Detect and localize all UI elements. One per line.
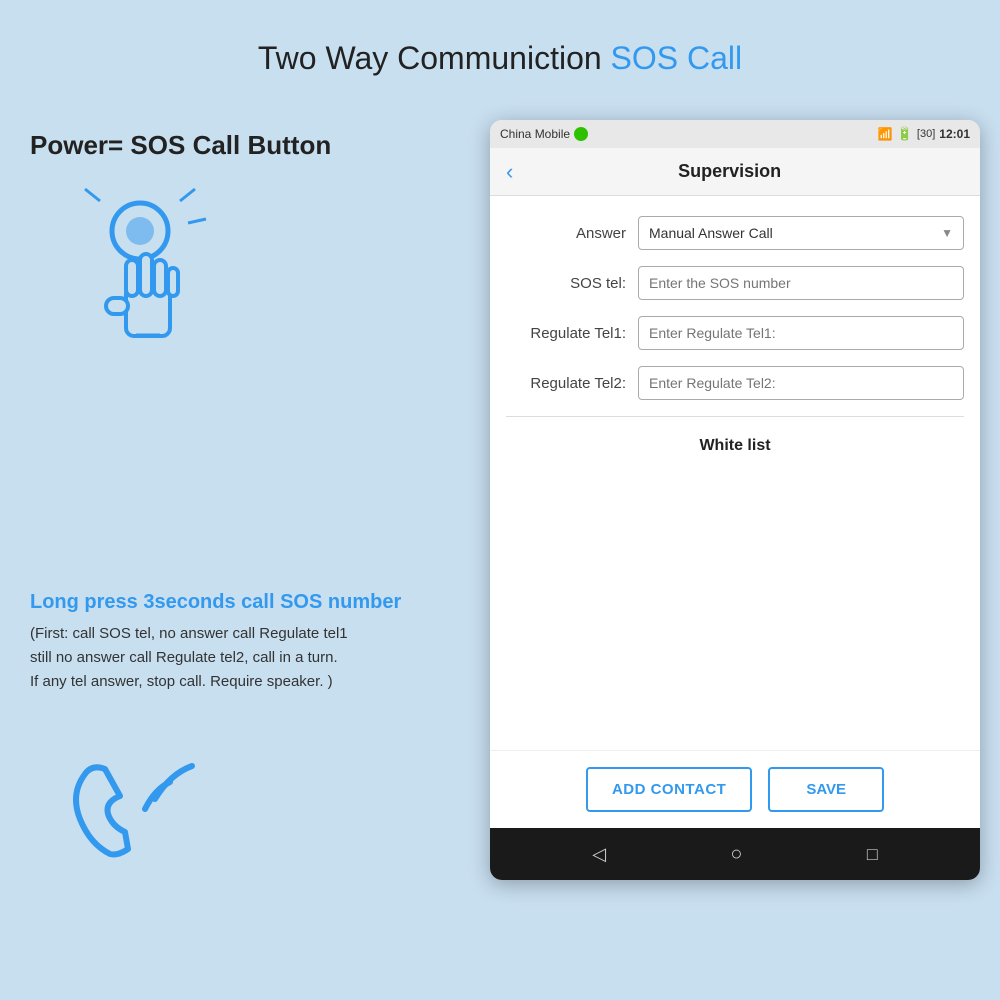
sos-tel-input[interactable] (638, 266, 964, 300)
white-list-section: White list (506, 427, 964, 475)
phone-call-icon (50, 724, 230, 884)
divider-1 (506, 416, 964, 417)
answer-label: Answer (506, 225, 626, 242)
back-button[interactable]: ‹ (506, 159, 513, 185)
form-content: Answer Manual Answer Call ▼ SOS tel: Reg… (490, 196, 980, 750)
bottom-buttons: ADD CONTACT SAVE (490, 750, 980, 828)
sos-tel-label: SOS tel: (506, 275, 626, 292)
power-label: Power= SOS Call Button (30, 130, 450, 161)
status-bar: China Mobile 📶 🔋 [30] 12:01 (490, 120, 980, 148)
regulate-tel1-row: Regulate Tel1: (506, 316, 964, 350)
title-prefix: Two Way Communiction (258, 40, 611, 76)
regulate-tel2-input[interactable] (638, 366, 964, 400)
answer-row: Answer Manual Answer Call ▼ (506, 216, 964, 250)
regulate-tel2-label: Regulate Tel2: (506, 375, 626, 392)
regulate-tel1-label: Regulate Tel1: (506, 325, 626, 342)
phone-mockup: China Mobile 📶 🔋 [30] 12:01 ‹ Supervisio… (490, 120, 980, 880)
save-button[interactable]: SAVE (768, 767, 884, 812)
status-bar-right: 📶 🔋 [30] 12:01 (878, 126, 970, 142)
left-section: Power= SOS Call Button (30, 130, 450, 884)
hand-icon-area (30, 171, 250, 371)
regulate-tel2-row: Regulate Tel2: (506, 366, 964, 400)
answer-dropdown[interactable]: Manual Answer Call ▼ (638, 216, 964, 250)
screen-title: Supervision (525, 161, 934, 182)
page-title: Two Way Communiction SOS Call (0, 0, 1000, 77)
sos-tel-row: SOS tel: (506, 266, 964, 300)
android-nav-bar: ◁ ○ □ (490, 828, 980, 880)
answer-value: Manual Answer Call (649, 225, 773, 241)
title-highlight: SOS Call (611, 40, 743, 76)
dropdown-arrow-icon: ▼ (941, 226, 953, 240)
android-home-icon[interactable]: ○ (730, 843, 742, 866)
carrier-name: China Mobile (500, 127, 570, 141)
battery-level: [30] (917, 128, 935, 140)
long-press-label: Long press 3seconds call SOS number (30, 591, 450, 614)
wifi-icon: 🔋 (897, 126, 913, 142)
nav-bar: ‹ Supervision (490, 148, 980, 196)
add-contact-button[interactable]: ADD CONTACT (586, 767, 752, 812)
time-display: 12:01 (939, 127, 970, 141)
hand-press-icon (40, 171, 240, 371)
android-back-icon[interactable]: ◁ (592, 844, 606, 865)
white-list-title: White list (506, 437, 964, 455)
android-recent-icon[interactable]: □ (867, 844, 878, 865)
regulate-tel1-input[interactable] (638, 316, 964, 350)
phone-icon-area (30, 724, 250, 884)
status-bar-left: China Mobile (500, 127, 588, 141)
signal-icon: 📶 (878, 127, 893, 141)
description-text: (First: call SOS tel, no answer call Reg… (30, 622, 450, 694)
wechat-icon (574, 127, 588, 141)
